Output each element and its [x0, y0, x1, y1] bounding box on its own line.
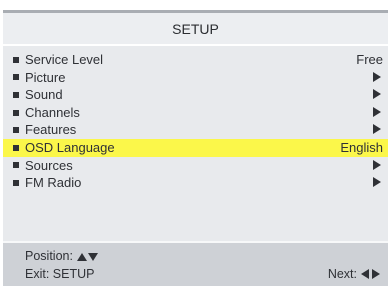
submenu-arrow: [373, 121, 383, 139]
square-bullet-icon: [13, 179, 19, 186]
menu-item-label: Sources: [25, 157, 73, 173]
arrow-up-icon: [76, 253, 87, 261]
menu-title: SETUP: [3, 13, 388, 46]
position-hint: Position:: [25, 249, 98, 263]
menu-item-picture[interactable]: Picture: [3, 69, 388, 87]
menu-item-label: Channels: [25, 104, 80, 120]
menu-item-value: Free: [356, 52, 383, 67]
menu-item-label: Service Level: [25, 52, 104, 67]
menu-item-label: OSD Language: [25, 139, 115, 155]
menu-item-label: FM Radio: [25, 175, 82, 191]
arrow-right-icon: [373, 124, 381, 135]
square-bullet-icon: [13, 56, 19, 63]
square-bullet-icon: [13, 162, 19, 169]
submenu-arrow: [373, 174, 383, 192]
osd-setup-window: SETUP Service Level Free Picture Sound C…: [3, 10, 388, 286]
exit-hint: Exit: SETUP: [25, 267, 95, 281]
submenu-arrow: [373, 69, 383, 87]
arrow-down-icon: [87, 253, 98, 261]
square-bullet-icon: [13, 74, 19, 81]
menu-item-fm-radio[interactable]: FM Radio: [3, 174, 388, 192]
arrow-right-icon: [372, 269, 380, 279]
menu-item-sound[interactable]: Sound: [3, 86, 388, 104]
next-hint: Next:: [328, 267, 380, 281]
arrow-right-icon: [373, 177, 381, 188]
arrow-right-icon: [373, 89, 381, 100]
menu-item-label: Sound: [25, 87, 63, 103]
square-bullet-icon: [13, 127, 19, 134]
square-bullet-icon: [13, 109, 19, 116]
arrow-right-icon: [373, 159, 381, 170]
submenu-arrow: [373, 104, 383, 122]
submenu-arrow: [373, 86, 383, 104]
setup-menu-list: Service Level Free Picture Sound Channel…: [3, 51, 388, 192]
square-bullet-icon: [13, 144, 19, 151]
menu-item-label: Features: [25, 122, 77, 138]
menu-item-sources[interactable]: Sources: [3, 157, 388, 175]
menu-item-label: Picture: [25, 69, 66, 85]
arrow-right-icon: [373, 71, 381, 82]
menu-item-channels[interactable]: Channels: [3, 104, 388, 122]
help-footer: Position: Exit: SETUP Next:: [3, 241, 388, 286]
menu-item-features[interactable]: Features: [3, 121, 388, 139]
position-label: Position:: [25, 249, 73, 263]
arrow-left-icon: [361, 269, 369, 279]
next-label: Next:: [327, 267, 357, 281]
menu-item-value: English: [340, 139, 383, 155]
menu-item-service-level[interactable]: Service Level Free: [3, 51, 388, 69]
submenu-arrow: [373, 157, 383, 175]
square-bullet-icon: [13, 91, 19, 98]
arrow-right-icon: [373, 106, 381, 117]
menu-item-osd-language[interactable]: OSD Language English: [3, 138, 388, 157]
